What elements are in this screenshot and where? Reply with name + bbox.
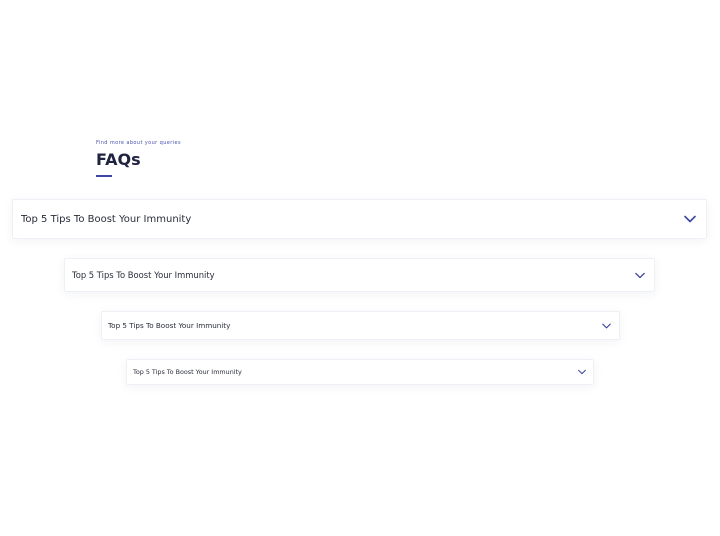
chevron-down-icon[interactable] — [578, 369, 586, 375]
faq-page: Find more about your queries FAQs Top 5 … — [0, 0, 720, 536]
faq-header: Find more about your queries FAQs — [96, 139, 181, 177]
title-underline — [96, 175, 112, 177]
faq-question: Top 5 Tips To Boost Your Immunity — [21, 213, 192, 225]
faq-item-2[interactable]: Top 5 Tips To Boost Your Immunity — [64, 258, 655, 292]
chevron-down-icon[interactable] — [684, 215, 696, 223]
faq-question: Top 5 Tips To Boost Your Immunity — [108, 321, 231, 330]
faq-question: Top 5 Tips To Boost Your Immunity — [72, 270, 215, 280]
chevron-down-icon[interactable] — [602, 323, 611, 329]
page-title: FAQs — [96, 150, 141, 169]
section-eyebrow: Find more about your queries — [96, 140, 181, 146]
faq-item-3[interactable]: Top 5 Tips To Boost Your Immunity — [101, 311, 620, 340]
faq-item-4[interactable]: Top 5 Tips To Boost Your Immunity — [126, 359, 594, 385]
faq-item-1[interactable]: Top 5 Tips To Boost Your Immunity — [12, 199, 707, 239]
faq-question: Top 5 Tips To Boost Your Immunity — [133, 368, 242, 376]
chevron-down-icon[interactable] — [635, 272, 645, 279]
